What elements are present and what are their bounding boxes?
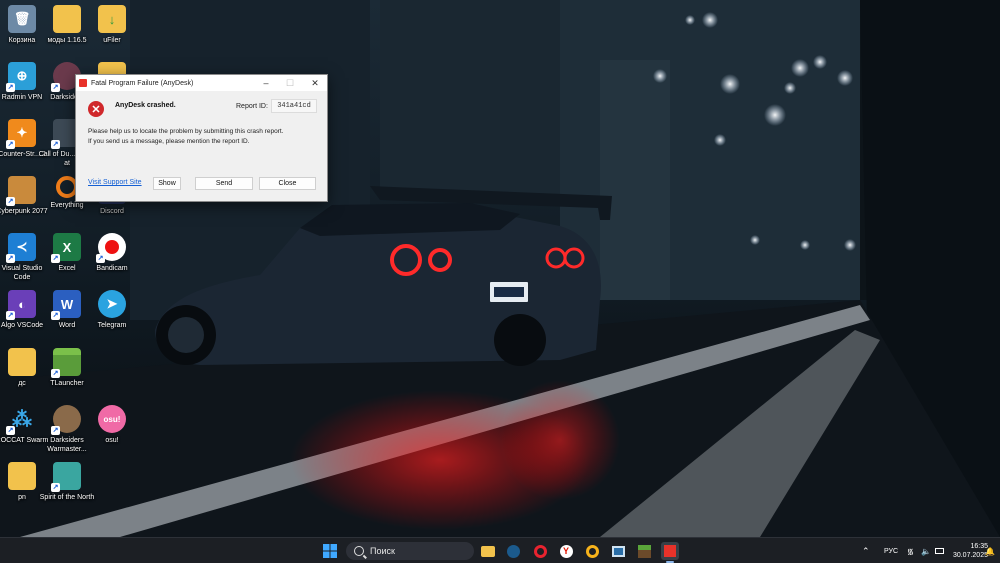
report-id-label: Report ID:	[236, 103, 268, 110]
desktop-icon-spirit-of-the-north[interactable]: ↗ Spirit of the North	[38, 462, 96, 502]
show-hidden-icons-button[interactable]: ⌃	[862, 538, 870, 563]
roccat-swarm-icon: ⁂ ↗	[6, 408, 32, 435]
taskbar-steam[interactable]	[504, 542, 522, 560]
task-view-icon	[611, 545, 625, 557]
yandex-music-icon	[585, 544, 599, 558]
taskbar-yandex-browser[interactable]: Y	[557, 542, 575, 560]
clock-date: 30.07.2025	[952, 552, 988, 559]
notifications-button[interactable]: 🔔	[985, 538, 995, 563]
report-id-field[interactable]: 341a41cd	[271, 99, 317, 113]
taskbar-yandex-music[interactable]	[583, 542, 601, 560]
counter-strike-icon: ✦ ↗	[6, 119, 36, 149]
taskbar-task-view[interactable]	[609, 542, 627, 560]
word-icon: W ↗	[51, 290, 81, 320]
minimize-button[interactable]: –	[254, 75, 278, 91]
chevron-up-icon: ⌃	[862, 545, 870, 556]
shortcut-arrow-icon: ↗	[96, 254, 105, 263]
opera-icon	[533, 544, 547, 558]
shortcut-arrow-icon: ↗	[51, 83, 60, 92]
clock-time: 16:35	[970, 543, 988, 550]
taskbar: Поиск Y ⌃ РУС ᯾ 🔈 16:35 30.07.2025 🔔	[0, 537, 1000, 563]
desktop-icon-bandicam[interactable]: ↗ Bandicam	[83, 233, 141, 273]
maximize-button[interactable]: ☐	[278, 75, 302, 91]
folder-icon	[8, 348, 36, 376]
show-button[interactable]: Show	[153, 177, 181, 190]
bandicam-icon: ↗	[96, 233, 126, 263]
file-explorer-icon	[481, 545, 495, 557]
folder-download-icon: ↓	[98, 5, 126, 33]
start-button[interactable]	[321, 542, 339, 560]
shortcut-arrow-icon: ↗	[6, 254, 15, 263]
shortcut-arrow-icon: ↗	[51, 254, 60, 263]
wifi-icon[interactable]: ᯾	[907, 538, 914, 563]
close-window-button[interactable]: ✕	[303, 75, 327, 91]
search-placeholder: Поиск	[370, 546, 395, 556]
minecraft-icon	[637, 544, 651, 558]
telegram-icon: ➤	[98, 290, 126, 318]
desktop-icon-tlauncher[interactable]: ↗ TLauncher	[38, 348, 96, 388]
shortcut-arrow-icon: ↗	[6, 197, 15, 206]
shortcut-arrow-icon: ↗	[6, 140, 15, 149]
anydesk-icon	[79, 79, 87, 87]
taskbar-opera[interactable]	[531, 542, 549, 560]
desktop-icon-ufiler[interactable]: ↓ uFiler	[83, 5, 141, 45]
radmin-vpn-icon: ⊕ ↗	[6, 62, 36, 92]
yandex-browser-icon: Y	[559, 544, 573, 558]
crash-report-dialog: Fatal Program Failure (AnyDesk) – ☐ ✕ ✕ …	[75, 74, 328, 202]
shortcut-arrow-icon: ↗	[51, 311, 60, 320]
dialog-title: Fatal Program Failure (AnyDesk)	[91, 79, 194, 87]
shortcut-arrow-icon: ↗	[6, 83, 15, 92]
recycle-bin-icon: 🗑	[8, 5, 36, 33]
taskbar-search[interactable]: Поиск	[346, 542, 474, 560]
battery-icon[interactable]	[935, 538, 944, 563]
desktop-icon-telegram[interactable]: ➤ Telegram	[83, 290, 141, 330]
bell-icon: 🔔	[985, 546, 995, 556]
excel-icon: X ↗	[51, 233, 81, 263]
volume-icon[interactable]: 🔈	[921, 538, 931, 563]
steam-icon	[506, 544, 520, 558]
desktop-icon-osu[interactable]: osu! osu!	[83, 405, 141, 445]
osu-icon: osu!	[98, 405, 126, 433]
vscode-icon: ≺ ↗	[6, 233, 36, 263]
folder-icon	[8, 462, 36, 490]
shortcut-arrow-icon: ↗	[51, 369, 60, 378]
shortcut-arrow-icon: ↗	[51, 140, 60, 149]
shortcut-arrow-icon: ↗	[51, 426, 60, 435]
taskbar-anydesk[interactable]	[661, 542, 679, 560]
taskbar-file-explorer[interactable]	[479, 542, 497, 560]
crash-headline: AnyDesk crashed.	[115, 102, 176, 109]
shortcut-arrow-icon: ↗	[6, 426, 15, 435]
taskbar-minecraft[interactable]	[635, 542, 653, 560]
windows-start-icon	[323, 544, 337, 558]
folder-icon	[53, 5, 81, 33]
system-clock[interactable]: 16:35 30.07.2025	[952, 542, 988, 560]
close-button[interactable]: Close	[259, 177, 316, 190]
language-indicator[interactable]: РУС	[884, 538, 898, 563]
shortcut-arrow-icon: ↗	[51, 483, 60, 492]
search-icon	[354, 546, 364, 556]
cyberpunk-icon: ↗	[6, 176, 36, 206]
dialog-titlebar[interactable]: Fatal Program Failure (AnyDesk) – ☐ ✕	[76, 75, 327, 91]
error-icon: ✕	[88, 101, 104, 117]
anydesk-icon	[664, 545, 676, 557]
spirit-of-the-north-icon: ↗	[51, 462, 81, 492]
support-site-link[interactable]: Visit Support Site	[88, 179, 142, 186]
send-button[interactable]: Send	[195, 177, 253, 190]
crash-message-line-2: If you send us a message, please mention…	[88, 138, 250, 145]
crash-message-line-1: Please help us to locate the problem by …	[88, 128, 284, 135]
tlauncher-icon: ↗	[51, 348, 81, 378]
shortcut-arrow-icon: ↗	[6, 311, 15, 320]
darksiders-warmastered-icon: ↗	[51, 405, 81, 435]
algo-vscode-icon: ◐ ↗	[6, 290, 36, 320]
